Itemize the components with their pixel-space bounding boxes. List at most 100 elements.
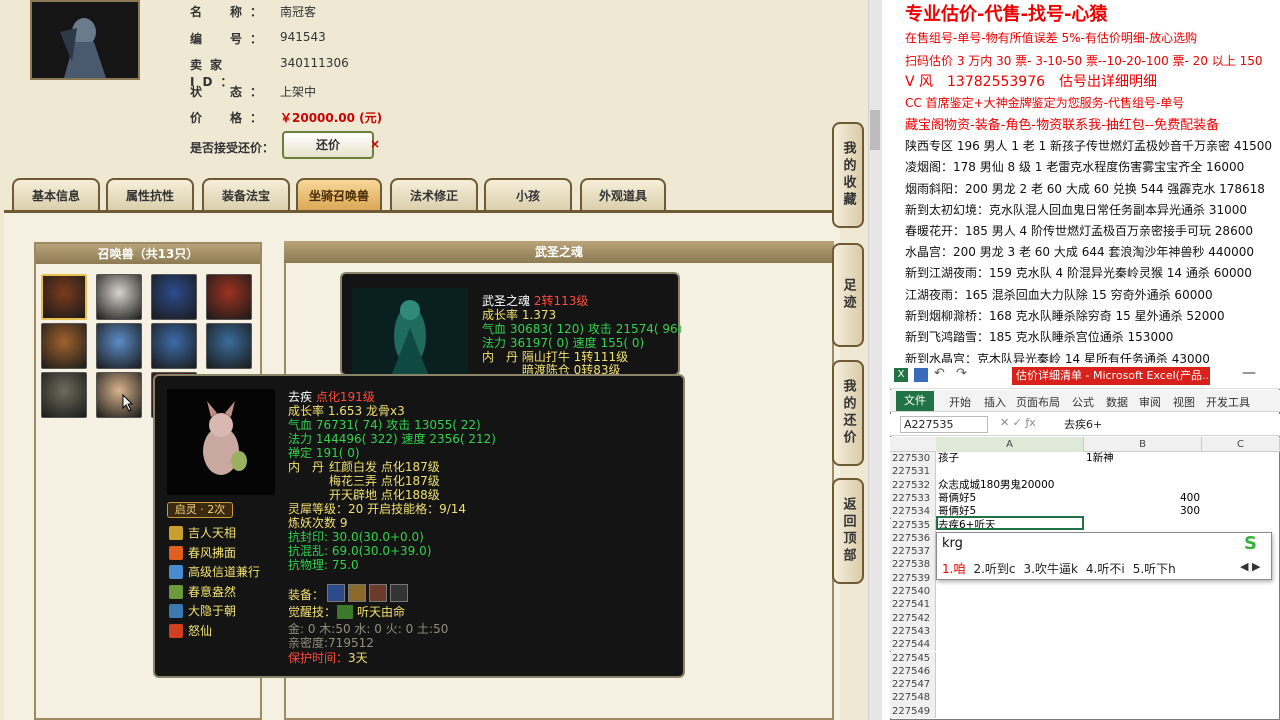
pointer-icon [122, 393, 134, 412]
account-row: 名 称： 南冠客 [190, 3, 316, 20]
bargain-button[interactable]: 还价 [282, 131, 374, 159]
side-button-favorites[interactable]: 我的收藏 [832, 122, 864, 228]
save-icon[interactable] [914, 368, 928, 382]
pet-slot[interactable] [96, 372, 142, 418]
cell-a[interactable]: 孩子 [938, 452, 959, 465]
tab-6[interactable]: 外观道具 [580, 178, 666, 212]
equip-slot-2[interactable] [348, 584, 366, 602]
cell-b[interactable]: 300 [1180, 505, 1200, 518]
ime-candidate[interactable]: 1.咱 [942, 562, 965, 576]
doc-line: 扫码估价 3 万内 30 票- 3-10-50 票--10-20-100 票- … [905, 54, 1263, 68]
column-c-header[interactable]: C [1202, 437, 1280, 452]
ribbon-tab[interactable]: 公式 [1072, 394, 1094, 410]
row-number[interactable]: 227539 [890, 571, 936, 585]
equip-slot-4[interactable] [390, 584, 408, 602]
side-button-top[interactable]: 返回顶部 [832, 478, 864, 584]
row-number[interactable]: 227540 [890, 585, 936, 599]
skill-name: 吉人天相 [188, 526, 237, 540]
tab-4[interactable]: 法术修正 [390, 178, 478, 212]
tab-1[interactable]: 属性抗性 [106, 178, 194, 212]
name-box[interactable]: A227535 [900, 416, 988, 433]
cell-a[interactable]: 哥俩好5 [938, 492, 976, 505]
row-number[interactable]: 227546 [890, 664, 936, 679]
account-row-key: 编 号： [190, 32, 271, 46]
ime-candidate[interactable]: 5.听下h [1133, 562, 1176, 576]
row-number[interactable]: 227541 [890, 598, 936, 612]
doc-line: 春暖花开：185 男人 4 阶传世燃灯孟极百万亲密接手可玩 28600 [905, 224, 1253, 238]
row-number[interactable]: 227536 [890, 531, 936, 546]
ribbon-tab[interactable]: 开始 [949, 394, 971, 410]
doc-line: 新到烟柳滁桥：168 克水队睡杀除穷奇 15 星外通杀 52000 [905, 309, 1225, 323]
scrollbar-thumb[interactable] [870, 110, 880, 150]
tab-0[interactable]: 基本信息 [12, 178, 100, 212]
tab-5[interactable]: 小孩 [484, 178, 572, 212]
pet-slot[interactable] [206, 323, 252, 369]
row-number[interactable]: 227545 [890, 651, 936, 665]
row-number[interactable]: 227537 [890, 545, 936, 559]
pet-slot[interactable] [41, 372, 87, 418]
row-number[interactable]: 227544 [890, 638, 936, 652]
cell-b[interactable]: 400 [1180, 492, 1200, 505]
pet-slot[interactable] [96, 274, 142, 320]
redo-icon[interactable]: ↷ [956, 366, 967, 381]
row-number[interactable]: 227533 [890, 491, 936, 506]
tab-3[interactable]: 坐骑召唤兽 [296, 178, 382, 212]
ime-arrows-icon[interactable]: ◀ ▶ [1240, 560, 1260, 573]
ribbon-tab-file[interactable]: 文件 [896, 391, 934, 411]
hp-attack: 气血 76731( 74) 攻击 13055( 22) [288, 418, 481, 432]
ribbon-tab[interactable]: 插入 [984, 394, 1006, 410]
tab-2[interactable]: 装备法宝 [202, 178, 290, 212]
ribbon-tab[interactable]: 视图 [1173, 394, 1195, 410]
fx-icon: ✕ ✓ ƒx [1000, 416, 1036, 429]
mp-back: 法力 36197( 0) 速度 155( 0) [482, 336, 645, 350]
minimize-icon[interactable]: — [1242, 365, 1256, 381]
selected-cell[interactable] [936, 516, 1084, 530]
close-icon[interactable]: × [370, 137, 380, 151]
account-row: 状 态： 上架中 [190, 83, 316, 100]
five-elements: 金: 0 木:50 水: 0 火: 0 土:50 [288, 622, 449, 636]
ribbon-tab[interactable]: 开发工具 [1206, 394, 1250, 410]
pet-slot[interactable] [151, 274, 197, 320]
side-button-footprint[interactable]: 足迹 [832, 243, 864, 347]
ribbon-tab[interactable]: 页面布局 [1016, 394, 1060, 410]
row-number[interactable]: 227535 [890, 518, 936, 532]
pet-tooltip-back: 武圣之魂 2转113级 成长率 1.373 气血 30683( 120) 攻击 … [340, 272, 682, 376]
sogou-icon: S [1244, 533, 1257, 554]
row-number[interactable]: 227530 [890, 452, 936, 466]
formula-input[interactable]: 去疾6+ [1064, 416, 1102, 432]
pet-slot[interactable] [41, 323, 87, 369]
pet-slot[interactable] [41, 274, 87, 320]
skill-icon [169, 604, 183, 618]
doc-line: 凌烟阁：178 男仙 8 级 1 老雷克水程度伤害雾宝宝齐全 16000 [905, 160, 1245, 174]
row-number[interactable]: 227534 [890, 505, 936, 519]
row-number[interactable]: 227531 [890, 465, 936, 479]
ime-candidate[interactable]: 4.听不i [1086, 562, 1125, 576]
row-number[interactable]: 227542 [890, 611, 936, 625]
column-b-header[interactable]: B [1084, 437, 1202, 452]
ime-candidate[interactable]: 2.听到c [973, 562, 1015, 576]
undo-icon[interactable]: ↶ [934, 366, 945, 381]
doc-line: 水晶宫：200 男龙 3 老 60 大成 644 套浪淘沙年神兽秒 440000 [905, 245, 1255, 259]
pet-slot[interactable] [96, 323, 142, 369]
row-number[interactable]: 227543 [890, 624, 936, 639]
equip-slot-1[interactable] [327, 584, 345, 602]
qiling-badge: 启灵 · 2次 [167, 502, 233, 518]
column-a-header[interactable]: A [936, 437, 1084, 452]
neidan-1: 红颜白发 点化187级 [329, 460, 440, 474]
scrollbar[interactable] [868, 0, 882, 720]
cell-a[interactable]: 众志成城180男鬼20000 [938, 479, 1054, 492]
pet-slot[interactable] [151, 323, 197, 369]
side-button-bargains[interactable]: 我的还价 [832, 360, 864, 466]
row-number[interactable]: 227549 [890, 704, 936, 718]
row-number[interactable]: 227538 [890, 558, 936, 572]
pet-slot[interactable] [206, 274, 252, 320]
cell-b[interactable]: 1新神 [1086, 452, 1114, 465]
row-number[interactable]: 227548 [890, 691, 936, 705]
ime-candidate[interactable]: 3.吹牛逼k [1024, 562, 1078, 576]
equip-slot-3[interactable] [369, 584, 387, 602]
row-number[interactable]: 227547 [890, 678, 936, 692]
ribbon-tab[interactable]: 审阅 [1139, 394, 1161, 410]
ribbon-tab[interactable]: 数据 [1106, 394, 1128, 410]
row-number[interactable]: 227532 [890, 478, 936, 492]
lianyao-count: 炼妖次数 9 [288, 516, 348, 530]
